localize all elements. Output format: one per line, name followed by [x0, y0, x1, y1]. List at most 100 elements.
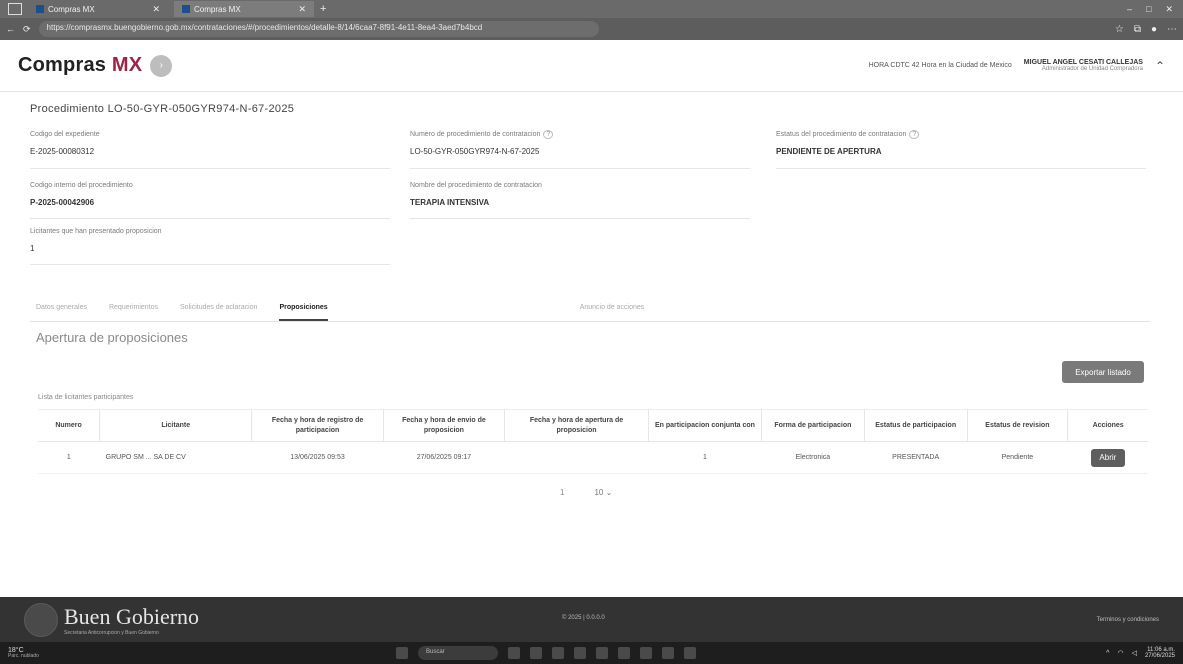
app-icon[interactable]	[508, 647, 520, 659]
user-menu-icon[interactable]: ⌃	[1155, 59, 1165, 73]
tab-requerimientos[interactable]: Requerimientos	[109, 304, 158, 321]
cell-envio: 27/06/2025 09:17	[383, 441, 505, 474]
divider	[30, 168, 390, 169]
government-seal-icon	[24, 602, 58, 637]
browser-tab-bar: Compras MX ✕ Compras MX ✕ + – □ ✕	[0, 0, 1183, 18]
profile-icon[interactable]: ●	[1151, 24, 1157, 35]
window-menu-icon[interactable]	[8, 3, 22, 15]
divider	[30, 264, 390, 265]
field-licitantes: Licitantes que han presentado proposicio…	[30, 228, 390, 253]
footer-copyright: © 2025 | 0.0.0.0	[562, 615, 605, 621]
taskbar-clock[interactable]: 11:06 a.m. 27/06/2025	[1145, 647, 1175, 660]
table-header-row: Numero Licitante Fecha y hora de registr…	[38, 409, 1148, 442]
app-icon[interactable]	[662, 647, 674, 659]
field-expediente: Codigo del expediente E-2025-00080312	[30, 131, 390, 156]
participants-table: Numero Licitante Fecha y hora de registr…	[38, 409, 1148, 474]
cell-forma: Electronica	[761, 441, 865, 474]
procedure-tabs: Datos generales Requerimientos Solicitud…	[36, 304, 644, 321]
back-icon[interactable]: ←	[6, 24, 15, 34]
more-icon[interactable]: ⋯	[1167, 24, 1177, 35]
favicon-icon	[36, 5, 44, 13]
column-header: Acciones	[1067, 409, 1148, 442]
app-icon[interactable]	[618, 647, 630, 659]
app-icon[interactable]	[530, 647, 542, 659]
browser-tab[interactable]: Compras MX ✕	[28, 1, 168, 17]
user-info[interactable]: MIGUEL ANGEL CESATI CALLEJAS Administrad…	[1024, 59, 1143, 72]
close-tab-icon[interactable]: ✕	[152, 4, 160, 15]
page-number[interactable]: 1	[560, 488, 564, 497]
browser-app-icon[interactable]	[596, 647, 608, 659]
user-name: MIGUEL ANGEL CESATI CALLEJAS	[1023, 59, 1143, 66]
tab-solicitudes-aclaracion[interactable]: Solicitudes de aclaracion	[180, 304, 257, 321]
url-field[interactable]: https://comprasmx.buengobierno.gob.mx/co…	[38, 21, 599, 37]
app-icon[interactable]	[640, 647, 652, 659]
start-icon[interactable]	[396, 647, 408, 659]
weather-desc: Parc. nublado	[8, 653, 39, 660]
browser-toolbar-icons: ☆ ⧉ ● ⋯	[1115, 24, 1177, 35]
tab-proposiciones[interactable]: Proposiciones	[279, 304, 328, 321]
table-row: 1 GRUPO SM ... SA DE CV 13/06/2025 09:53…	[38, 441, 1148, 474]
menu-toggle-icon[interactable]: ›	[150, 54, 173, 77]
compras-mx-logo[interactable]: Compras MX	[18, 54, 142, 77]
column-header[interactable]: En participacion conjunta con	[648, 409, 763, 442]
help-icon[interactable]: ?	[909, 130, 920, 139]
column-header[interactable]: Estatus de revision	[967, 409, 1069, 442]
browser-tab-active[interactable]: Compras MX ✕	[174, 1, 314, 17]
field-estatus: Estatus del procedimiento de contratacio…	[776, 130, 1146, 156]
column-header[interactable]: Numero	[38, 409, 101, 442]
help-icon[interactable]: ?	[543, 130, 554, 139]
divider	[30, 218, 390, 219]
tab-anuncio-acciones[interactable]: Anuncio de acciones	[580, 304, 645, 321]
tabs-divider	[30, 321, 1150, 322]
cell-estatus-participacion: PRESENTADA	[864, 441, 968, 474]
new-tab-button[interactable]: +	[320, 3, 326, 15]
export-list-button[interactable]: Exportar listado	[1062, 361, 1144, 383]
minimize-icon[interactable]: –	[1127, 4, 1132, 15]
field-value: LO-50-GYR-050GYR974-N-67-2025	[410, 147, 540, 156]
section-title: Apertura de proposiciones	[36, 330, 188, 345]
footer-brand-sub: Secretaria Anticorrupcion y Buen Gobiern…	[64, 629, 159, 636]
column-header[interactable]: Fecha y hora de apertura de proposicion	[504, 409, 649, 442]
column-header[interactable]: Forma de participacion	[761, 409, 865, 442]
cell-numero: 1	[38, 441, 100, 474]
app-icon[interactable]	[684, 647, 696, 659]
field-value: 1	[30, 244, 35, 253]
weather-widget[interactable]: 18°C Parc. nublado	[8, 647, 39, 660]
taskbar-search[interactable]: Buscar	[418, 646, 498, 660]
system-tray: ^ ◠ ◁ 11:06 a.m. 27/06/2025	[1106, 647, 1175, 660]
star-icon[interactable]: ☆	[1115, 24, 1124, 35]
column-header[interactable]: Licitante	[99, 409, 253, 442]
tray-chevron-icon[interactable]: ^	[1106, 650, 1109, 657]
address-bar: ← ⟳ https://comprasmx.buengobierno.gob.m…	[0, 18, 1183, 40]
reload-icon[interactable]: ⟳	[23, 24, 31, 35]
tab-datos-generales[interactable]: Datos generales	[36, 304, 87, 321]
column-header[interactable]: Estatus de participacion	[864, 409, 968, 442]
field-value: P-2025-00042906	[30, 198, 95, 207]
field-label: Codigo interno del procedimiento	[30, 182, 133, 189]
extensions-icon[interactable]: ⧉	[1134, 24, 1141, 35]
column-header[interactable]: Fecha y hora de envio de proposicion	[383, 409, 506, 442]
field-label: Numero de procedimiento de contratacion?	[410, 130, 750, 139]
site-footer: Buen Gobierno Secretaria Anticorrupcion …	[0, 597, 1183, 642]
close-tab-icon[interactable]: ✕	[298, 4, 306, 15]
cell-estatus-revision: Pendiente	[967, 441, 1068, 474]
open-button[interactable]: Abrir	[1090, 448, 1125, 467]
divider	[410, 168, 750, 169]
favicon-icon	[182, 5, 190, 13]
footer-brand: Buen Gobierno	[64, 603, 200, 629]
field-label: Codigo del expediente	[30, 131, 100, 138]
app-icon[interactable]	[552, 647, 564, 659]
field-label: Nombre del procedimiento de contratacion	[410, 182, 542, 189]
close-window-icon[interactable]: ✕	[1165, 4, 1173, 15]
terms-link[interactable]: Terminos y condiciones	[1097, 617, 1159, 623]
divider	[410, 218, 750, 219]
column-header[interactable]: Fecha y hora de registro de participacio…	[251, 409, 384, 442]
volume-icon[interactable]: ◁	[1132, 649, 1137, 657]
app-icon[interactable]	[574, 647, 586, 659]
wifi-icon[interactable]: ◠	[1117, 649, 1123, 657]
cell-apertura	[504, 441, 649, 474]
maximize-icon[interactable]: □	[1146, 4, 1151, 15]
page-size-select[interactable]: 10 ⌄	[594, 488, 612, 497]
windows-taskbar: 18°C Parc. nublado Buscar ^ ◠ ◁ 11:06 a.…	[0, 642, 1183, 664]
field-label: Estatus del procedimiento de contratacio…	[776, 130, 1146, 139]
